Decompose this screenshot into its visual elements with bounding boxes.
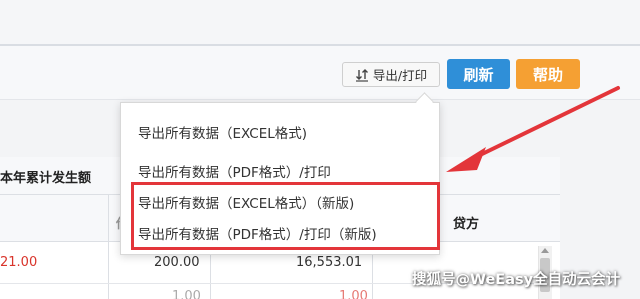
- export-icon: [355, 68, 369, 82]
- header-ytd-amount: 本年累计发生额: [0, 171, 92, 186]
- annotation-highlight-box: [131, 182, 440, 250]
- row2-credit: 1.00: [339, 289, 368, 299]
- header-credit: 贷方: [453, 217, 480, 232]
- row1-left-value: 21.00: [0, 255, 38, 270]
- watermark: 搜狐号@WeEasy全自动云会计: [412, 272, 621, 288]
- export-print-button[interactable]: 导出/打印: [342, 62, 440, 87]
- help-button[interactable]: 帮助: [516, 59, 580, 89]
- menu-export-excel[interactable]: 导出所有数据（EXCEL格式): [138, 122, 307, 142]
- scroll-up-arrow-icon[interactable]: [541, 248, 549, 253]
- export-print-label: 导出/打印: [372, 68, 428, 83]
- row2-debit: 1.00: [172, 289, 201, 299]
- row1-credit: 16,553.01: [296, 255, 363, 270]
- refresh-button[interactable]: 刷新: [447, 59, 510, 89]
- menu-export-pdf-print[interactable]: 导出所有数据（PDF格式）/打印: [138, 161, 331, 181]
- top-strip: [0, 0, 640, 46]
- row1-debit: 200.00: [154, 255, 200, 270]
